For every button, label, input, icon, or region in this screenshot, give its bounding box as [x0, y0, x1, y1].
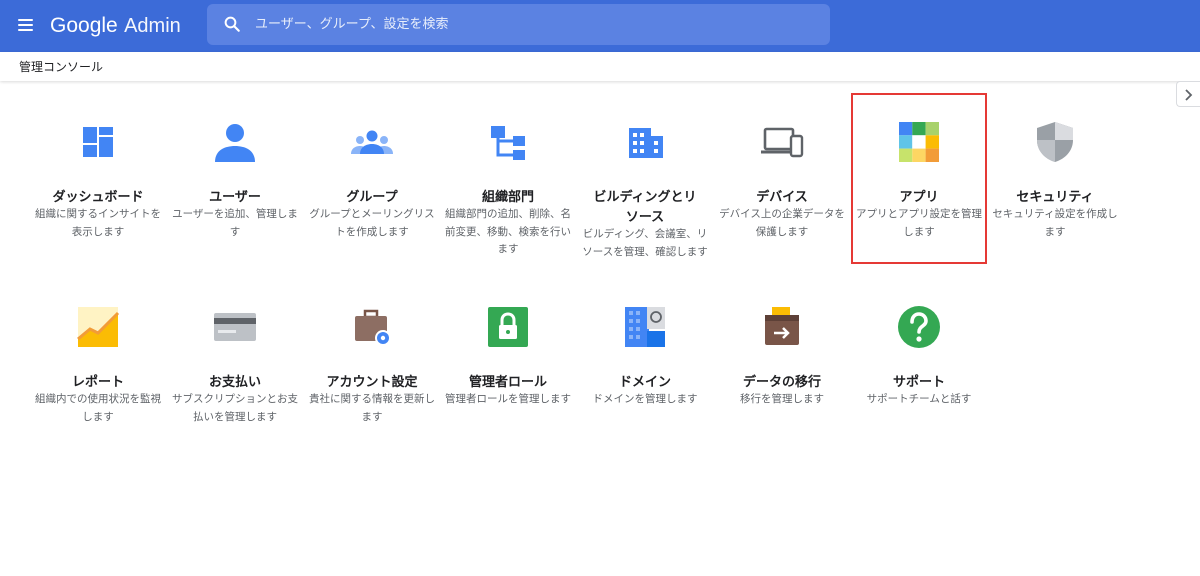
migration-box-icon [765, 307, 799, 345]
tile-title: データの移行 [742, 375, 821, 390]
group-icon [351, 130, 393, 154]
apps-grid-icon [899, 122, 939, 162]
tile-description: デバイス上の企業データを保護します [719, 208, 845, 238]
lock-icon [488, 307, 528, 347]
tile-description: 管理者ロールを管理します [445, 393, 571, 405]
tile-description: 貴社に関する情報を更新します [309, 393, 435, 423]
top-app-bar: Google Admin [0, 0, 1200, 52]
tile-title: サポート [892, 375, 945, 390]
tile-description: 移行を管理します [740, 393, 824, 405]
tile-buildings-resources[interactable]: ビルディングとリソース ビルディング、会議室、リソースを管理、確認します [577, 120, 713, 280]
tile-title: アカウント設定 [326, 375, 418, 390]
google-admin-logo[interactable]: Google Admin [50, 11, 181, 40]
tile-title: グループ [346, 190, 398, 205]
tile-account-settings[interactable]: アカウント設定 貴社に関する情報を更新します [304, 305, 440, 435]
tile-description: グループとメーリングリストを作成します [309, 208, 435, 238]
expand-panel-button[interactable] [1176, 81, 1200, 107]
domain-building-icon [625, 307, 665, 347]
tile-description: アプリとアプリ設定を管理します [856, 208, 982, 238]
tile-description: 組織部門の追加、削除、名前変更、移動、検索を行います [445, 208, 571, 255]
breadcrumb-bar: 管理コンソール [0, 52, 1200, 81]
tile-domains[interactable]: ドメイン ドメインを管理します [577, 305, 713, 435]
tile-apps[interactable]: アプリ アプリとアプリ設定を管理します [851, 120, 987, 270]
brand-admin: Admin [124, 15, 181, 37]
briefcase-gear-icon [355, 309, 391, 346]
tile-users[interactable]: ユーザー ユーザーを追加、管理します [167, 120, 303, 270]
tile-title: ドメイン [618, 375, 671, 390]
chevron-right-icon [1185, 89, 1193, 101]
tile-title: 管理者ロール [468, 375, 547, 390]
tile-title: お支払い [208, 375, 261, 390]
tile-title: レポート [71, 375, 124, 390]
tile-description: ドメインを管理します [592, 393, 698, 405]
tile-description: 組織内での使用状況を監視します [35, 393, 161, 423]
main-menu-icon[interactable] [16, 15, 38, 37]
tile-data-migration[interactable]: データの移行 移行を管理します [714, 305, 850, 435]
tile-billing[interactable]: お支払い サブスクリプションとお支払いを管理します [167, 305, 303, 435]
tile-title: セキュリティ [1016, 190, 1094, 205]
user-icon [215, 124, 255, 162]
tile-admin-roles[interactable]: 管理者ロール 管理者ロールを管理します [440, 305, 576, 435]
shield-icon [1037, 122, 1073, 162]
report-chart-icon [77, 307, 120, 347]
tile-title: ビルディングとリソース [593, 190, 697, 225]
tile-description: サブスクリプションとお支払いを管理します [172, 393, 298, 423]
tile-support[interactable]: サポート サポートチームと話す [851, 305, 987, 435]
tile-description: ビルディング、会議室、リソースを管理、確認します [582, 228, 708, 258]
tile-reports[interactable]: レポート 組織内での使用状況を監視します [30, 305, 166, 435]
tile-org-units[interactable]: 組織部門 組織部門の追加、削除、名前変更、移動、検索を行います [440, 120, 576, 270]
tile-title: 組織部門 [481, 190, 534, 205]
brand-google: Google [50, 14, 118, 37]
tile-title: ユーザー [209, 190, 261, 205]
building-icon [629, 128, 663, 158]
tile-security[interactable]: セキュリティ セキュリティ設定を作成します [987, 120, 1123, 270]
breadcrumb[interactable]: 管理コンソール [19, 58, 103, 75]
tile-devices[interactable]: デバイス デバイス上の企業データを保護します [714, 120, 850, 270]
tile-title: ダッシュボード [52, 190, 144, 205]
tile-description: ユーザーを追加、管理します [172, 208, 298, 238]
search-icon [224, 16, 240, 32]
tile-dashboard[interactable]: ダッシュボード 組織に関するインサイトを表示します [30, 120, 166, 270]
search-input[interactable] [255, 12, 815, 36]
dashboard-icon [83, 127, 113, 157]
devices-icon [761, 127, 804, 158]
search-box[interactable] [207, 4, 830, 45]
help-icon [898, 306, 940, 348]
credit-card-icon [214, 313, 256, 341]
tile-title: デバイス [756, 190, 808, 205]
tile-description: サポートチームと話す [866, 393, 972, 405]
tile-description: セキュリティ設定を作成します [992, 208, 1118, 238]
tile-title: アプリ [899, 190, 939, 205]
tile-description: 組織に関するインサイトを表示します [35, 208, 161, 238]
tile-groups[interactable]: グループ グループとメーリングリストを作成します [304, 120, 440, 270]
org-chart-icon [491, 126, 525, 160]
